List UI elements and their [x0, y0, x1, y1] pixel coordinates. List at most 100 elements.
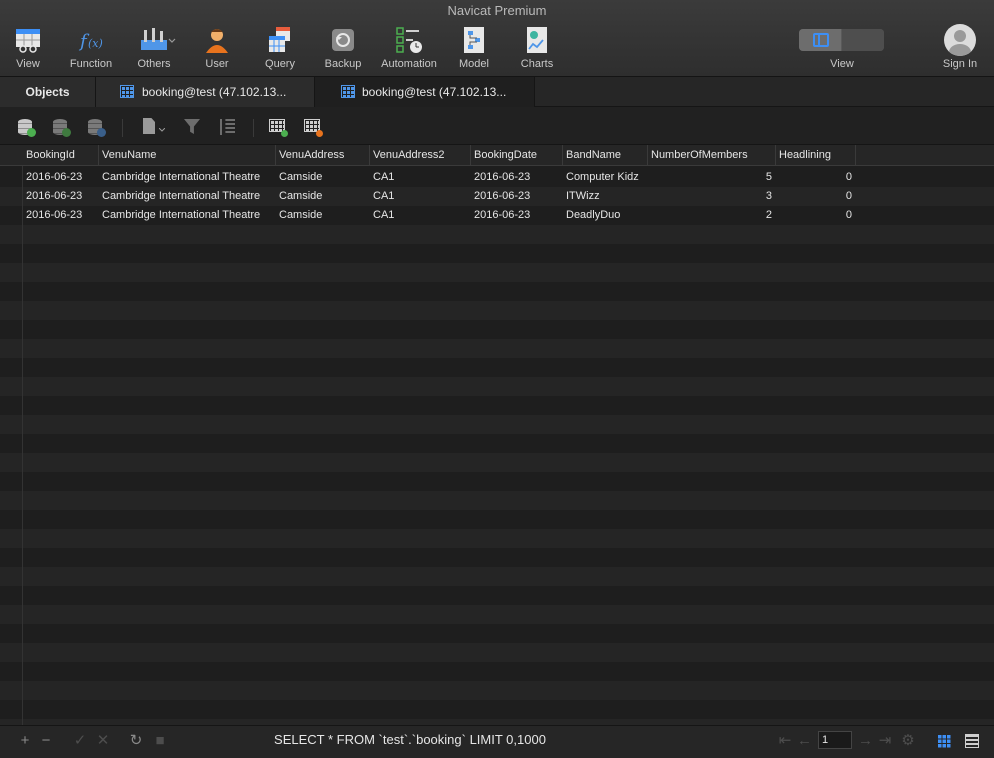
form-view-icon[interactable]	[965, 734, 979, 748]
grid-stripe-row	[0, 377, 994, 396]
grid-stripe-row	[0, 282, 994, 301]
tab-booking-1[interactable]: booking@test (47.102.13...	[96, 77, 315, 107]
column-header-bandname[interactable]: BandName	[563, 145, 648, 166]
text-menu-button[interactable]	[140, 117, 165, 137]
rollback-button[interactable]	[86, 117, 106, 137]
import-button[interactable]	[268, 117, 288, 137]
grid-stripe-row	[0, 548, 994, 567]
grid-stripe-row	[0, 624, 994, 643]
cell-venuname[interactable]: Cambridge International Theatre	[98, 206, 276, 225]
tab-booking-2-label: booking@test (47.102.13...	[362, 85, 507, 99]
view-mode-full-option[interactable]	[842, 29, 884, 51]
table-row[interactable]: 2016-06-23 Cambridge International Theat…	[0, 206, 994, 225]
stop-icon[interactable]: ■	[153, 733, 167, 748]
column-header-headlining[interactable]: Headlining	[776, 145, 856, 166]
cell-numberofmembers[interactable]: 5	[648, 168, 776, 187]
apply-changes-icon[interactable]: ✓	[73, 733, 87, 748]
cell-bandname[interactable]: Computer Kidz	[562, 168, 648, 187]
export-button[interactable]	[303, 117, 323, 137]
toolbar-query-button[interactable]: Query	[250, 26, 310, 70]
toolbar-model-button[interactable]: Model	[444, 26, 504, 70]
commit-button[interactable]	[51, 117, 71, 137]
page-number-input[interactable]	[818, 731, 852, 749]
cell-bandname[interactable]: DeadlyDuo	[562, 206, 648, 225]
sort-button[interactable]	[217, 117, 237, 137]
grid-stripe-row	[0, 586, 994, 605]
view-mode-toggle[interactable]	[799, 29, 884, 51]
column-header-bookingid[interactable]: BookingId	[23, 145, 99, 166]
grid-stripe-row	[0, 263, 994, 282]
next-page-icon[interactable]: →	[858, 733, 873, 748]
document-icon	[143, 118, 155, 134]
data-grid[interactable]: BookingId VenuName VenuAddress VenuAddre…	[0, 145, 994, 725]
column-header-bookingdate[interactable]: BookingDate	[471, 145, 563, 166]
table-row[interactable]: 2016-06-23 Cambridge International Theat…	[0, 168, 994, 187]
toolbar-automation-button[interactable]: Automation	[379, 26, 439, 70]
cell-bookingid[interactable]: 2016-06-23	[22, 206, 99, 225]
begin-transaction-button[interactable]	[16, 117, 36, 137]
grid-view-icon[interactable]	[937, 734, 951, 748]
grid-stripe-row	[0, 358, 994, 377]
cell-venuaddress[interactable]: Camside	[275, 206, 370, 225]
user-icon	[203, 26, 231, 54]
cell-bandname[interactable]: ITWizz	[562, 187, 648, 206]
grid-stripe-row	[0, 225, 994, 244]
toolbar-charts-button[interactable]: Charts	[507, 26, 567, 70]
delete-record-icon[interactable]: −	[39, 733, 53, 748]
last-page-icon[interactable]: ⇥	[878, 733, 892, 748]
cell-venuaddress2[interactable]: CA1	[369, 206, 471, 225]
chevron-down-icon	[159, 128, 165, 132]
grid-stripe-row	[0, 643, 994, 662]
cell-bookingid[interactable]: 2016-06-23	[22, 187, 99, 206]
rollback-badge-icon	[97, 128, 106, 137]
cell-bookingid[interactable]: 2016-06-23	[22, 168, 99, 187]
cell-venuaddress[interactable]: Camside	[275, 187, 370, 206]
cell-venuname[interactable]: Cambridge International Theatre	[98, 187, 276, 206]
cell-bookingdate[interactable]: 2016-06-23	[470, 187, 563, 206]
tab-objects[interactable]: Objects	[0, 77, 96, 107]
toolbar-automation-label: Automation	[381, 58, 437, 70]
grid-stripe-row	[0, 339, 994, 358]
toolbar-view-button[interactable]: View	[0, 26, 58, 70]
cell-headlining[interactable]: 0	[776, 206, 856, 225]
function-fx-icon: f (x)	[77, 26, 105, 54]
grid-stripe-row	[0, 700, 994, 719]
column-header-venuname[interactable]: VenuName	[99, 145, 276, 166]
row-number-divider	[22, 145, 23, 725]
add-record-icon[interactable]: +	[18, 733, 32, 748]
cell-bookingdate[interactable]: 2016-06-23	[470, 206, 563, 225]
column-header-venuaddress[interactable]: VenuAddress	[276, 145, 370, 166]
sign-in-avatar-icon[interactable]	[944, 24, 976, 56]
toolbar-backup-button[interactable]: Backup	[313, 26, 373, 70]
column-header-numberofmembers[interactable]: NumberOfMembers	[648, 145, 776, 166]
settings-gear-icon[interactable]: ⚙	[901, 733, 915, 748]
toolbar-others-button[interactable]: Others	[124, 26, 184, 70]
toolbar-query-label: Query	[265, 58, 295, 70]
sign-in-label[interactable]: Sign In	[930, 58, 990, 70]
cell-bookingdate[interactable]: 2016-06-23	[470, 168, 563, 187]
cell-venuname[interactable]: Cambridge International Theatre	[98, 168, 276, 187]
grid-stripe-row	[0, 415, 994, 434]
cell-venuaddress2[interactable]: CA1	[369, 187, 471, 206]
previous-page-icon[interactable]: ←	[797, 733, 812, 748]
refresh-icon[interactable]: ↻	[129, 733, 143, 748]
table-icon	[341, 85, 355, 98]
cell-numberofmembers[interactable]: 3	[648, 187, 776, 206]
filter-funnel-icon	[184, 119, 200, 134]
first-page-icon[interactable]: ⇤	[778, 733, 792, 748]
view-mode-sidebar-option[interactable]	[799, 29, 841, 51]
cell-headlining[interactable]: 0	[776, 168, 856, 187]
toolbar-function-button[interactable]: f (x) Function	[61, 26, 121, 70]
automation-icon	[395, 26, 423, 54]
cell-venuaddress[interactable]: Camside	[275, 168, 370, 187]
cell-numberofmembers[interactable]: 2	[648, 206, 776, 225]
filter-button[interactable]	[182, 117, 202, 137]
discard-changes-icon[interactable]: ✕	[96, 733, 110, 748]
toolbar-user-button[interactable]: User	[187, 26, 247, 70]
column-header-venuaddress2[interactable]: VenuAddress2	[370, 145, 471, 166]
tab-booking-2[interactable]: booking@test (47.102.13...	[315, 77, 535, 107]
cell-venuaddress2[interactable]: CA1	[369, 168, 471, 187]
table-row[interactable]: 2016-06-23 Cambridge International Theat…	[0, 187, 994, 206]
cell-headlining[interactable]: 0	[776, 187, 856, 206]
toolbar-divider	[253, 119, 254, 137]
